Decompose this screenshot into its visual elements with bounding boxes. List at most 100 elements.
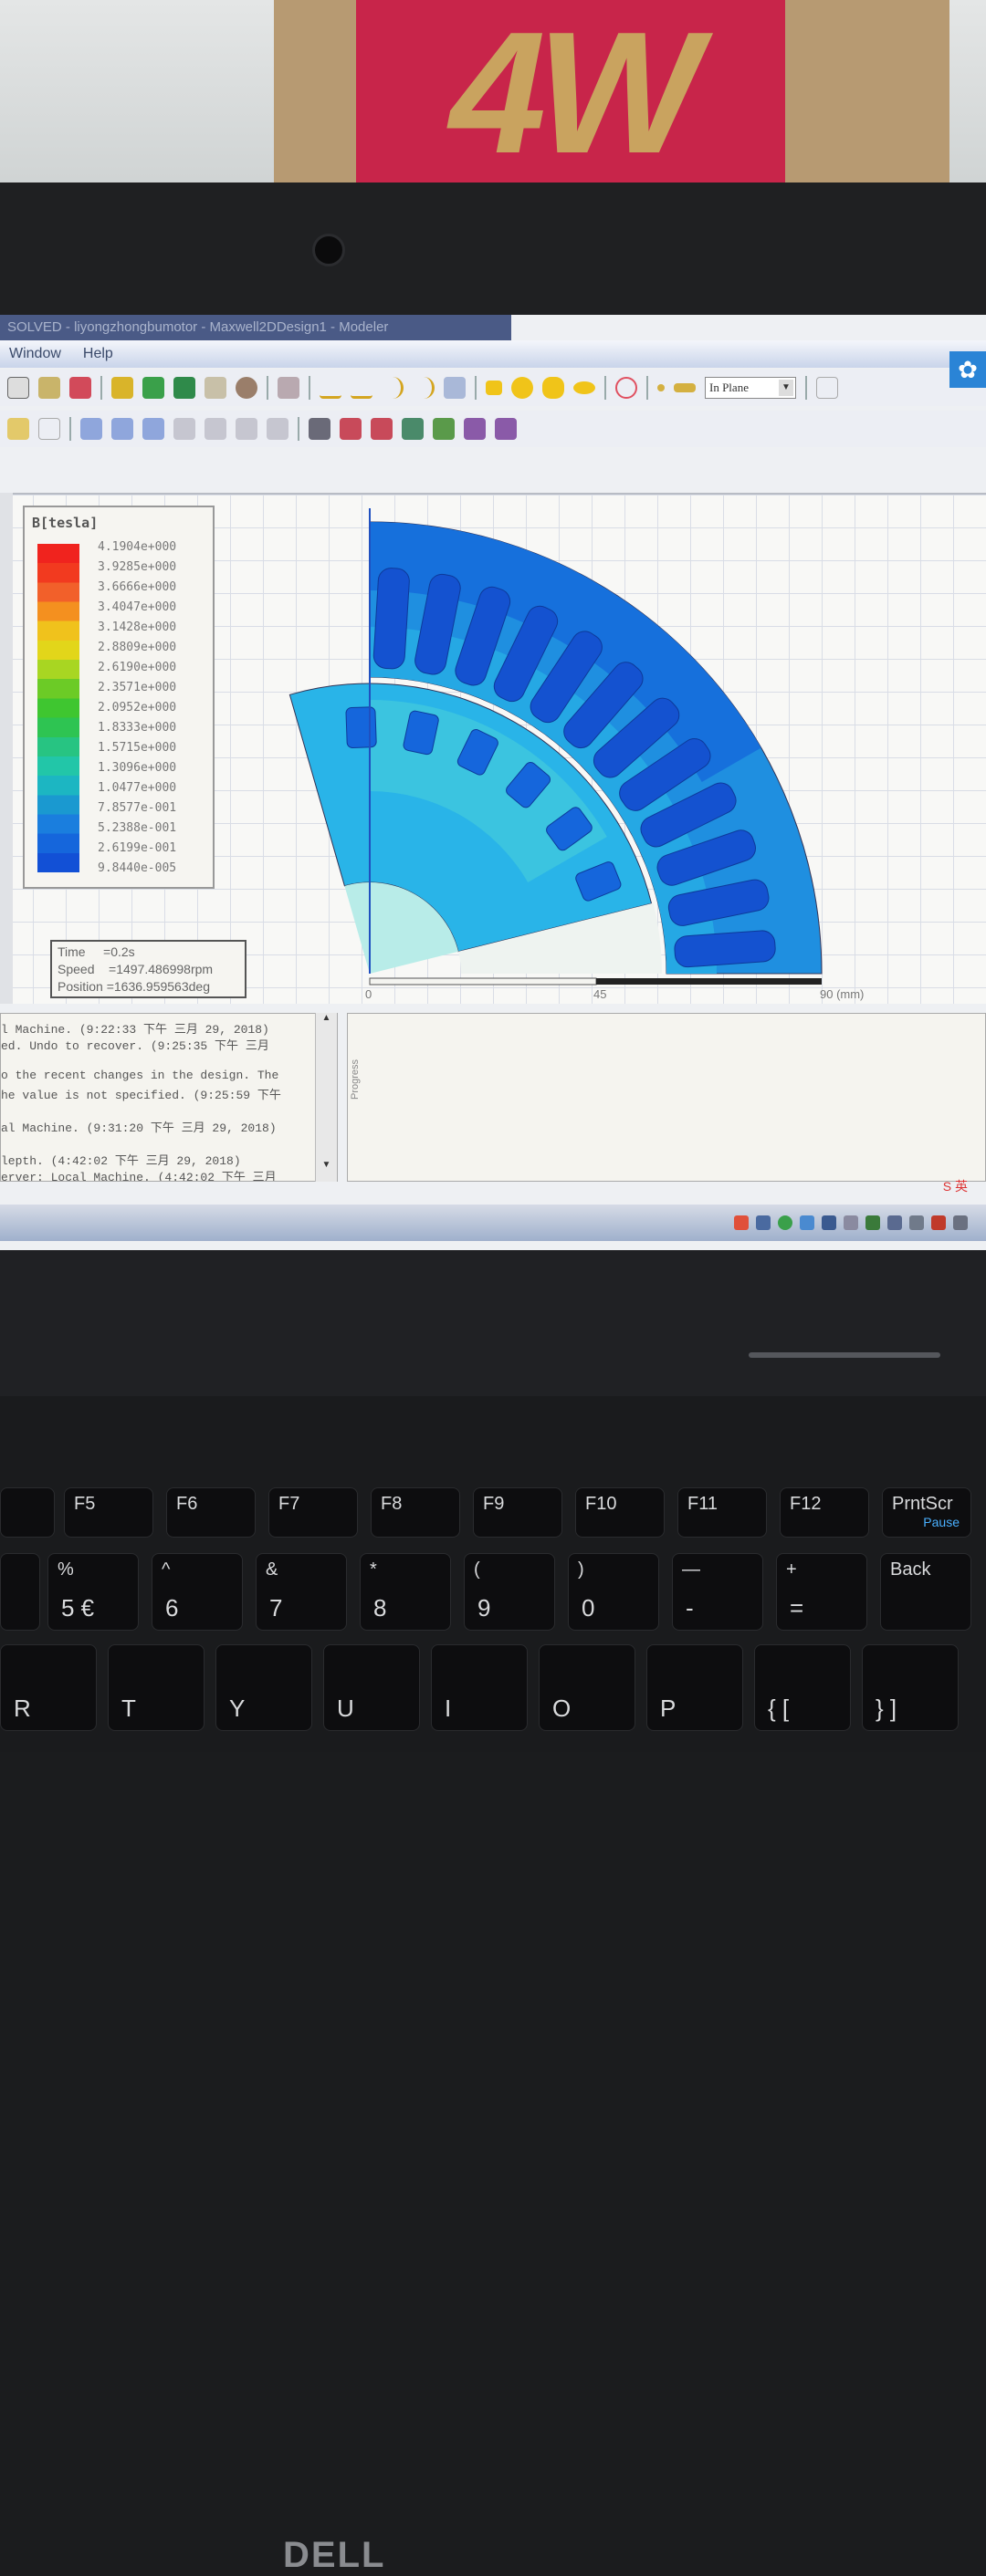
legend-title: B[tesla] xyxy=(32,515,99,531)
tray-icon[interactable] xyxy=(756,1215,771,1230)
tool-icon[interactable] xyxy=(69,377,91,399)
plane-select[interactable]: In Plane xyxy=(705,377,796,399)
tool-icon[interactable] xyxy=(7,418,29,440)
zoom-icon[interactable] xyxy=(236,377,257,399)
bluetooth-icon[interactable] xyxy=(887,1215,902,1230)
legend-value: 1.0477e+000 xyxy=(98,781,177,795)
key-label: F9 xyxy=(483,1494,505,1514)
key-letter[interactable]: R xyxy=(0,1644,97,1731)
key-letter[interactable]: { [ xyxy=(754,1644,851,1731)
tool-icon[interactable] xyxy=(80,418,102,440)
tool-icon[interactable] xyxy=(495,418,517,440)
tray-icon[interactable] xyxy=(865,1215,880,1230)
laptop-bezel-bottom: DELL xyxy=(0,1250,986,2575)
rectangle-icon[interactable] xyxy=(486,381,502,395)
tool-icon[interactable] xyxy=(173,418,195,440)
key-letter[interactable]: T xyxy=(108,1644,205,1731)
key-number[interactable]: % 5 € xyxy=(47,1553,139,1631)
tool-icon[interactable] xyxy=(444,377,466,399)
key-f11[interactable]: F11 xyxy=(677,1487,767,1538)
tool-icon[interactable] xyxy=(236,418,257,440)
tool-icon[interactable] xyxy=(278,377,299,399)
tool-icon[interactable] xyxy=(615,377,637,399)
progress-label: Progress xyxy=(350,1059,361,1100)
key-f5[interactable]: F5 xyxy=(64,1487,153,1538)
arc-icon[interactable] xyxy=(413,377,435,399)
tool-icon[interactable] xyxy=(433,418,455,440)
menu-help[interactable]: Help xyxy=(83,346,113,361)
key-prntscr[interactable]: PrntScr Pause xyxy=(882,1487,971,1538)
line-icon[interactable] xyxy=(320,377,341,399)
polygon-icon[interactable] xyxy=(542,377,564,399)
tray-icon[interactable] xyxy=(778,1215,792,1230)
key-number[interactable]: (9 xyxy=(464,1553,555,1631)
tool-icon[interactable] xyxy=(402,418,424,440)
tool-icon[interactable] xyxy=(674,383,696,392)
scale-bar-dark xyxy=(596,978,822,985)
key-label: + xyxy=(786,1559,797,1580)
key-number[interactable]: + = xyxy=(776,1553,867,1631)
tool-icon[interactable] xyxy=(111,418,133,440)
key-f7[interactable]: F7 xyxy=(268,1487,358,1538)
dropdown-icon[interactable] xyxy=(7,377,29,399)
tool-icon[interactable] xyxy=(309,418,330,440)
circle-icon[interactable] xyxy=(511,377,533,399)
key-letter[interactable]: U xyxy=(323,1644,420,1731)
key-4[interactable] xyxy=(0,1553,40,1631)
point-icon[interactable] xyxy=(657,384,665,391)
tool-icon[interactable] xyxy=(340,418,362,440)
key-number[interactable]: Back xyxy=(880,1553,971,1631)
key-number[interactable]: ^ 6 xyxy=(152,1553,243,1631)
key-number[interactable]: ) 0 xyxy=(568,1553,659,1631)
tray-icon[interactable] xyxy=(800,1215,814,1230)
key-f6[interactable]: F6 xyxy=(166,1487,256,1538)
tool-icon[interactable] xyxy=(173,377,195,399)
network-icon[interactable] xyxy=(953,1215,968,1230)
log-line: lepth. (4:42:02 下午 三月 29, 2018) xyxy=(1,1154,241,1168)
tool-icon[interactable] xyxy=(267,418,288,440)
tool-icon[interactable] xyxy=(142,418,164,440)
key-f10[interactable]: F10 xyxy=(575,1487,665,1538)
modeler-canvas[interactable]: B[tesla] 4.1904e+000 3.9285e+000 3.6666e+0… xyxy=(0,493,986,1004)
key-f12[interactable]: F12 xyxy=(780,1487,869,1538)
tool-icon[interactable] xyxy=(142,377,164,399)
tray-icon[interactable] xyxy=(822,1215,836,1230)
key-letter[interactable]: O xyxy=(539,1644,635,1731)
tool-icon[interactable] xyxy=(205,377,226,399)
key-f8[interactable]: F8 xyxy=(371,1487,460,1538)
key-f4[interactable] xyxy=(0,1487,55,1538)
spline-icon[interactable] xyxy=(351,377,372,399)
project-tree-edge[interactable] xyxy=(0,493,13,1004)
tray-icon[interactable] xyxy=(909,1215,924,1230)
ime-indicator[interactable]: S 英 xyxy=(943,1177,968,1195)
key-letter[interactable]: Y xyxy=(215,1644,312,1731)
log-scrollbar[interactable]: ▲ ▼ xyxy=(315,1013,337,1182)
key-number[interactable]: & 7 xyxy=(256,1553,347,1631)
tool-icon[interactable] xyxy=(205,418,226,440)
tool-icon[interactable] xyxy=(38,418,60,440)
tray-icon[interactable] xyxy=(734,1215,749,1230)
key-number[interactable]: — - xyxy=(672,1553,763,1631)
volume-icon[interactable] xyxy=(931,1215,946,1230)
tool-icon[interactable] xyxy=(464,418,486,440)
menu-window[interactable]: Window xyxy=(9,346,61,361)
key-letter[interactable]: } ] xyxy=(862,1644,959,1731)
tool-icon[interactable] xyxy=(38,377,60,399)
tool-icon[interactable] xyxy=(111,377,133,399)
tool-icon[interactable] xyxy=(371,418,393,440)
legend-value: 2.6190e+000 xyxy=(98,661,177,674)
log-line: he value is not specified. (9:25:59 下午 xyxy=(1,1089,281,1102)
key-label: 8 xyxy=(373,1594,387,1622)
webcam xyxy=(312,234,345,266)
info-position: Position =1636.959563deg xyxy=(58,979,210,994)
key-letter[interactable]: I xyxy=(431,1644,528,1731)
key-label: & xyxy=(266,1559,278,1580)
arc-icon[interactable] xyxy=(382,377,404,399)
tray-icon[interactable] xyxy=(844,1215,858,1230)
ellipse-icon[interactable] xyxy=(573,381,595,394)
key-letter[interactable]: P xyxy=(646,1644,743,1731)
key-number[interactable]: * 8 xyxy=(360,1553,451,1631)
tool-icon[interactable] xyxy=(816,377,838,399)
key-f9[interactable]: F9 xyxy=(473,1487,562,1538)
